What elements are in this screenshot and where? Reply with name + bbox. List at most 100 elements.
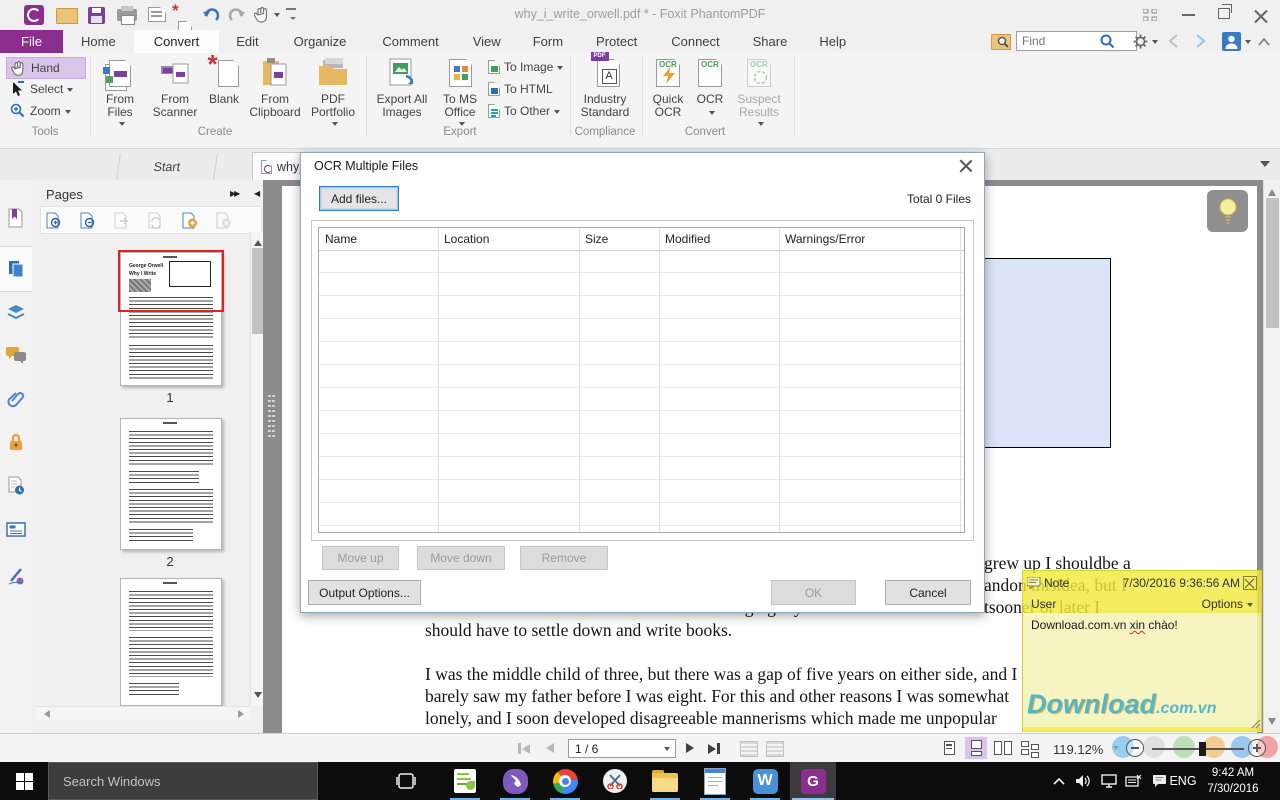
pages-scrollbar-vertical[interactable] [250, 232, 264, 706]
scroll-down-icon[interactable] [254, 692, 262, 702]
restore-button[interactable] [1218, 8, 1230, 19]
note-close-icon[interactable] [1243, 576, 1257, 590]
previous-view-icon[interactable] [740, 741, 758, 757]
comments-panel-icon[interactable] [6, 346, 26, 364]
start-button[interactable] [0, 762, 48, 800]
find-input[interactable] [1016, 31, 1137, 51]
task-view-button[interactable] [386, 762, 426, 800]
industry-standard-button[interactable]: APDF Industry Standard [574, 56, 636, 120]
col-location[interactable]: Location [438, 232, 579, 246]
expand-panel-icon[interactable]: ▶▶ [230, 189, 238, 198]
to-other-button[interactable]: To Other [488, 103, 560, 119]
move-down-button[interactable]: Move down [417, 546, 505, 570]
taskbar-file-explorer-icon[interactable] [642, 762, 688, 800]
export-all-images-button[interactable]: Export All Images [372, 56, 432, 120]
close-button[interactable] [1254, 8, 1268, 22]
remove-button[interactable]: Remove [520, 546, 608, 570]
col-warnings[interactable]: Warnings/Error [779, 232, 960, 246]
zoom-in-thumbnails-icon[interactable] [45, 212, 62, 229]
tab-organize[interactable]: Organize [276, 30, 365, 53]
history-forward-icon[interactable] [1194, 34, 1206, 48]
tray-network-icon[interactable] [1098, 769, 1120, 793]
revisions-panel-icon[interactable] [6, 476, 26, 496]
zoom-slider-thumb[interactable] [1199, 742, 1206, 756]
tray-notification-icon[interactable] [1148, 769, 1170, 793]
pages-panel-icon[interactable] [0, 246, 32, 292]
continuous-facing-view-icon[interactable] [1019, 737, 1041, 759]
tray-volume-icon[interactable] [1072, 769, 1094, 793]
pdf-portfolio-button[interactable]: PDF Portfolio [304, 56, 362, 127]
doc-scroll-down-icon[interactable] [1268, 718, 1276, 729]
scroll-right-icon[interactable] [238, 710, 248, 718]
attachments-panel-icon[interactable] [7, 390, 25, 410]
tab-list-dropdown-icon[interactable] [1260, 161, 1270, 172]
tab-convert[interactable]: Convert [134, 30, 220, 53]
gear-icon[interactable] [1133, 34, 1158, 49]
cancel-button[interactable]: Cancel [885, 580, 971, 605]
scroll-left-icon[interactable] [40, 710, 50, 718]
tab-connect[interactable]: Connect [654, 30, 736, 53]
note-header[interactable]: Note 7/30/2016 9:36:56 AM [1023, 571, 1261, 595]
taskbar-w-app-icon[interactable]: W [742, 762, 788, 800]
dialog-close-icon[interactable] [959, 159, 973, 173]
tab-home[interactable]: Home [63, 30, 134, 53]
col-name[interactable]: Name [319, 232, 438, 246]
select-tool-button[interactable]: Select [6, 79, 77, 99]
extract-page-icon[interactable] [113, 212, 130, 229]
insert-page-icon[interactable] [181, 212, 198, 229]
taskbar-snipping-tool-icon[interactable] [592, 762, 638, 800]
user-account-icon[interactable] [1222, 32, 1251, 51]
suspect-results-button[interactable]: OCR Suspect Results [730, 56, 788, 127]
delete-page-icon[interactable] [215, 212, 232, 229]
to-html-button[interactable]: To HTML [488, 81, 553, 97]
panel-splitter[interactable] [263, 180, 279, 733]
next-page-button[interactable] [686, 743, 694, 753]
file-list-body[interactable] [319, 250, 964, 532]
history-back-icon[interactable] [1168, 34, 1180, 48]
tab-view[interactable]: View [457, 30, 517, 53]
taskbar-viber-icon[interactable] [492, 762, 538, 800]
security-panel-icon[interactable] [7, 432, 25, 452]
foxit-layout-switch-icon[interactable] [1140, 7, 1160, 23]
next-view-icon[interactable] [766, 741, 784, 757]
tab-help[interactable]: Help [803, 30, 862, 53]
pages-scrollbar-horizontal[interactable] [36, 706, 250, 720]
taskbar-foxit-icon[interactable]: G [790, 762, 836, 800]
add-files-button[interactable]: Add files... [319, 186, 399, 211]
note-resize-grip[interactable] [1251, 719, 1261, 729]
continuous-view-icon[interactable] [965, 737, 987, 759]
quick-ocr-button[interactable]: OCR Quick OCR [646, 56, 690, 120]
thumbnail-label-1[interactable]: 1 [120, 390, 220, 405]
blank-button[interactable]: * Blank [204, 56, 244, 106]
page-number-box[interactable]: 1 / 6 [568, 739, 676, 758]
thumbnail-page-3[interactable] [120, 578, 222, 706]
doc-scrollbar-thumb[interactable] [1266, 198, 1279, 328]
page-number-dropdown-icon[interactable] [664, 747, 670, 754]
tab-edit[interactable]: Edit [219, 30, 275, 53]
output-options-button[interactable]: Output Options... [308, 580, 421, 605]
ocr-button[interactable]: OCR OCR [692, 56, 728, 120]
tab-file[interactable]: File [0, 30, 63, 53]
layers-panel-icon[interactable] [6, 302, 26, 322]
previous-page-button[interactable] [546, 743, 554, 753]
zoom-in-button[interactable] [1248, 739, 1266, 757]
facing-view-icon[interactable] [992, 737, 1014, 759]
last-page-button[interactable] [708, 743, 720, 754]
thumbnail-page-2[interactable] [120, 418, 222, 550]
signatures-panel-icon[interactable] [6, 566, 26, 586]
move-up-button[interactable]: Move up [322, 546, 399, 570]
single-page-view-icon[interactable] [938, 737, 960, 759]
note-annotation-icon[interactable] [1207, 190, 1248, 232]
to-image-button[interactable]: To Image [488, 59, 563, 75]
find-search-icon[interactable] [1100, 34, 1115, 49]
from-files-button[interactable]: From Files [94, 56, 146, 127]
tab-form[interactable]: Form [517, 30, 579, 53]
ok-button[interactable]: OK [771, 580, 856, 605]
minimize-button[interactable] [1182, 14, 1195, 16]
fields-panel-icon[interactable] [6, 522, 26, 538]
hand-tool-button[interactable]: Hand [6, 57, 86, 79]
col-size[interactable]: Size [579, 232, 659, 246]
collapse-panel-icon[interactable]: ◀ [254, 189, 260, 198]
to-ms-office-button[interactable]: To MS Office [434, 56, 486, 127]
document-scrollbar[interactable] [1263, 180, 1280, 733]
